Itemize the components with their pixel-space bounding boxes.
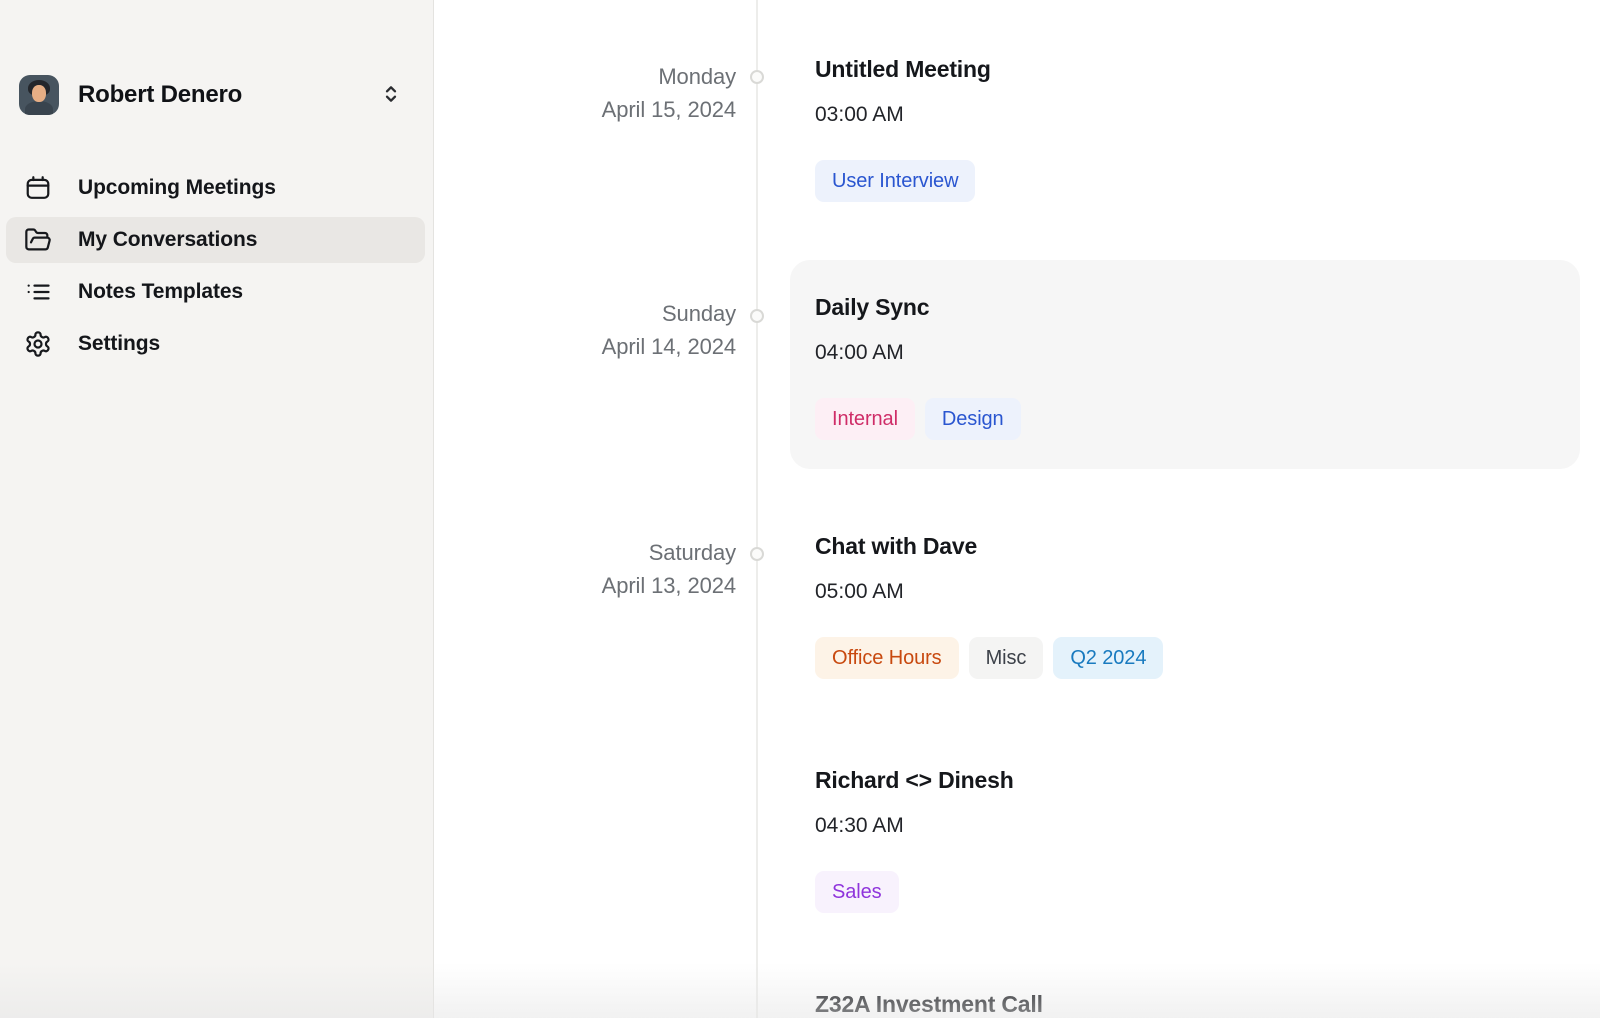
sidebar-item-settings[interactable]: Settings — [0, 318, 433, 370]
tag-q2-2024[interactable]: Q2 2024 — [1053, 637, 1163, 679]
tag-internal[interactable]: Internal — [815, 398, 915, 440]
meeting-card[interactable]: Untitled Meeting 03:00 AM User Interview — [815, 55, 991, 202]
meeting-time: 03:00 AM — [815, 103, 991, 127]
meeting-title: Untitled Meeting — [815, 55, 991, 83]
tag-office-hours[interactable]: Office Hours — [815, 637, 959, 679]
date-label: Saturday April 13, 2024 — [434, 536, 736, 602]
tag-list: Sales — [815, 871, 1014, 913]
meeting-time: 05:00 AM — [815, 580, 1163, 604]
tag-list: Office Hours Misc Q2 2024 — [815, 637, 1163, 679]
profile-name: Robert Denero — [78, 81, 242, 109]
sidebar: Robert Denero Upcoming Meetings — [0, 0, 434, 1018]
meeting-card[interactable]: Richard <> Dinesh 04:30 AM Sales — [815, 766, 1014, 913]
sidebar-item-my-conversations[interactable]: My Conversations — [0, 214, 433, 266]
meeting-title: Daily Sync — [815, 293, 1555, 321]
calendar-icon — [24, 174, 52, 202]
meeting-card[interactable]: Chat with Dave 05:00 AM Office Hours Mis… — [815, 532, 1163, 679]
bullet-list-icon — [24, 278, 52, 306]
meeting-title: Z32A Investment Call — [815, 990, 1043, 1018]
sidebar-item-notes-templates[interactable]: Notes Templates — [0, 266, 433, 318]
tag-sales[interactable]: Sales — [815, 871, 899, 913]
tag-user-interview[interactable]: User Interview — [815, 160, 975, 202]
date-label: Sunday April 14, 2024 — [434, 297, 736, 363]
sidebar-item-label: My Conversations — [78, 228, 257, 252]
avatar-face — [32, 85, 46, 102]
sidebar-nav: Upcoming Meetings My Conversations — [0, 162, 433, 370]
meeting-title: Chat with Dave — [815, 532, 1163, 560]
meeting-card-highlighted[interactable]: Daily Sync 04:00 AM Internal Design — [790, 260, 1580, 469]
tag-design[interactable]: Design — [925, 398, 1021, 440]
sidebar-item-label: Settings — [78, 332, 160, 356]
date-full: April 13, 2024 — [434, 569, 736, 602]
sidebar-item-label: Upcoming Meetings — [78, 176, 276, 200]
tag-list: Internal Design — [815, 398, 1555, 440]
timeline-dot — [750, 309, 764, 323]
tag-misc[interactable]: Misc — [969, 637, 1044, 679]
meeting-time: 04:00 AM — [815, 341, 1555, 365]
avatar — [19, 75, 59, 115]
tag-list: User Interview — [815, 160, 991, 202]
timeline-line — [756, 0, 758, 1018]
date-full: April 14, 2024 — [434, 330, 736, 363]
sidebar-item-upcoming-meetings[interactable]: Upcoming Meetings — [0, 162, 433, 214]
conversations-timeline: Monday April 15, 2024 Untitled Meeting 0… — [434, 0, 1600, 1018]
meeting-time: 04:30 AM — [815, 814, 1014, 838]
folder-icon — [24, 226, 52, 254]
timeline-dot — [750, 547, 764, 561]
avatar-body — [25, 101, 53, 115]
meeting-title: Richard <> Dinesh — [815, 766, 1014, 794]
date-day: Sunday — [434, 297, 736, 330]
date-day: Saturday — [434, 536, 736, 569]
meeting-card[interactable]: Z32A Investment Call — [815, 990, 1043, 1018]
sidebar-item-label: Notes Templates — [78, 280, 243, 304]
chevron-up-down-icon[interactable] — [379, 82, 403, 106]
date-label: Monday April 15, 2024 — [434, 60, 736, 126]
gear-icon — [24, 330, 52, 358]
profile-switcher[interactable]: Robert Denero — [0, 73, 433, 117]
timeline-dot — [750, 70, 764, 84]
date-day: Monday — [434, 60, 736, 93]
date-full: April 15, 2024 — [434, 93, 736, 126]
